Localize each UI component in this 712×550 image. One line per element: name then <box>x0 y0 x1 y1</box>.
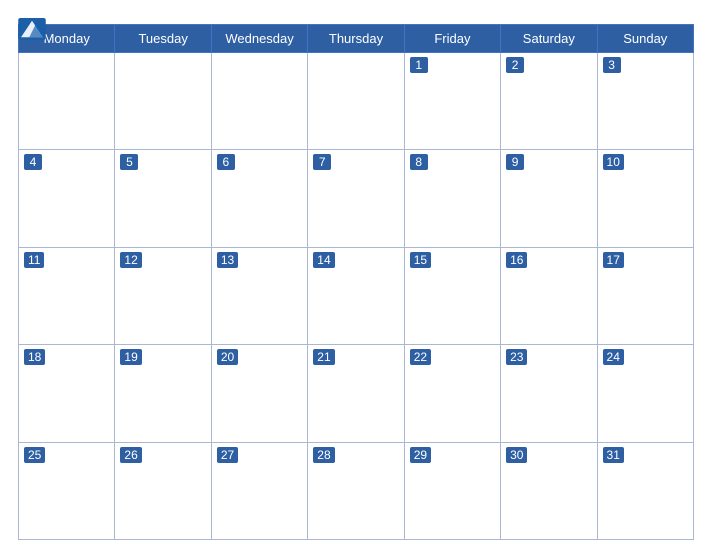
calendar-cell: 6 <box>211 150 307 247</box>
calendar-cell: 19 <box>115 345 211 442</box>
day-number: 20 <box>217 349 238 365</box>
calendar-cell <box>308 53 404 150</box>
calendar-cell: 15 <box>404 247 500 344</box>
day-number: 12 <box>120 252 141 268</box>
calendar-cell: 17 <box>597 247 693 344</box>
day-number: 9 <box>506 154 524 170</box>
calendar-week-row: 4 5 6 7 8 9 10 <box>19 150 694 247</box>
calendar-cell: 13 <box>211 247 307 344</box>
day-number: 25 <box>24 447 45 463</box>
day-number: 4 <box>24 154 42 170</box>
calendar-cell: 27 <box>211 442 307 539</box>
calendar-cell <box>19 53 115 150</box>
day-number: 10 <box>603 154 624 170</box>
weekday-header-sunday: Sunday <box>597 25 693 53</box>
calendar-cell: 9 <box>501 150 597 247</box>
calendar-cell: 12 <box>115 247 211 344</box>
weekday-header-friday: Friday <box>404 25 500 53</box>
weekday-header-wednesday: Wednesday <box>211 25 307 53</box>
day-number: 28 <box>313 447 334 463</box>
calendar-cell: 21 <box>308 345 404 442</box>
calendar-cell: 26 <box>115 442 211 539</box>
day-number: 30 <box>506 447 527 463</box>
logo-icon <box>18 18 46 40</box>
day-number: 16 <box>506 252 527 268</box>
day-number: 5 <box>120 154 138 170</box>
calendar-week-row: 11 12 13 14 15 16 17 <box>19 247 694 344</box>
calendar-cell: 7 <box>308 150 404 247</box>
calendar-table: MondayTuesdayWednesdayThursdayFridaySatu… <box>18 24 694 540</box>
day-number: 24 <box>603 349 624 365</box>
day-number: 7 <box>313 154 331 170</box>
calendar-cell <box>211 53 307 150</box>
calendar-cell: 29 <box>404 442 500 539</box>
day-number: 8 <box>410 154 428 170</box>
calendar-cell: 28 <box>308 442 404 539</box>
calendar-cell: 3 <box>597 53 693 150</box>
calendar-week-row: 1 2 3 <box>19 53 694 150</box>
calendar-cell: 11 <box>19 247 115 344</box>
day-number: 6 <box>217 154 235 170</box>
calendar-cell: 16 <box>501 247 597 344</box>
day-number: 31 <box>603 447 624 463</box>
day-number: 3 <box>603 57 621 73</box>
day-number: 13 <box>217 252 238 268</box>
calendar-cell: 5 <box>115 150 211 247</box>
calendar-cell: 18 <box>19 345 115 442</box>
day-number: 29 <box>410 447 431 463</box>
weekday-header-tuesday: Tuesday <box>115 25 211 53</box>
calendar-cell: 23 <box>501 345 597 442</box>
calendar-cell <box>115 53 211 150</box>
calendar-cell: 14 <box>308 247 404 344</box>
day-number: 14 <box>313 252 334 268</box>
calendar-cell: 8 <box>404 150 500 247</box>
day-number: 17 <box>603 252 624 268</box>
weekday-header-saturday: Saturday <box>501 25 597 53</box>
calendar-cell: 1 <box>404 53 500 150</box>
day-number: 18 <box>24 349 45 365</box>
day-number: 11 <box>24 252 44 268</box>
day-number: 26 <box>120 447 141 463</box>
logo <box>18 18 46 40</box>
day-number: 23 <box>506 349 527 365</box>
calendar-cell: 31 <box>597 442 693 539</box>
calendar-week-row: 25 26 27 28 29 30 31 <box>19 442 694 539</box>
calendar-cell: 30 <box>501 442 597 539</box>
day-number: 15 <box>410 252 431 268</box>
calendar-cell: 2 <box>501 53 597 150</box>
calendar-cell: 10 <box>597 150 693 247</box>
calendar-week-row: 18 19 20 21 22 23 24 <box>19 345 694 442</box>
calendar-cell: 4 <box>19 150 115 247</box>
weekday-header-row: MondayTuesdayWednesdayThursdayFridaySatu… <box>19 25 694 53</box>
day-number: 19 <box>120 349 141 365</box>
weekday-header-thursday: Thursday <box>308 25 404 53</box>
calendar-cell: 20 <box>211 345 307 442</box>
day-number: 21 <box>313 349 334 365</box>
day-number: 2 <box>506 57 524 73</box>
day-number: 27 <box>217 447 238 463</box>
calendar-cell: 24 <box>597 345 693 442</box>
day-number: 1 <box>410 57 428 73</box>
calendar-cell: 22 <box>404 345 500 442</box>
day-number: 22 <box>410 349 431 365</box>
calendar-cell: 25 <box>19 442 115 539</box>
